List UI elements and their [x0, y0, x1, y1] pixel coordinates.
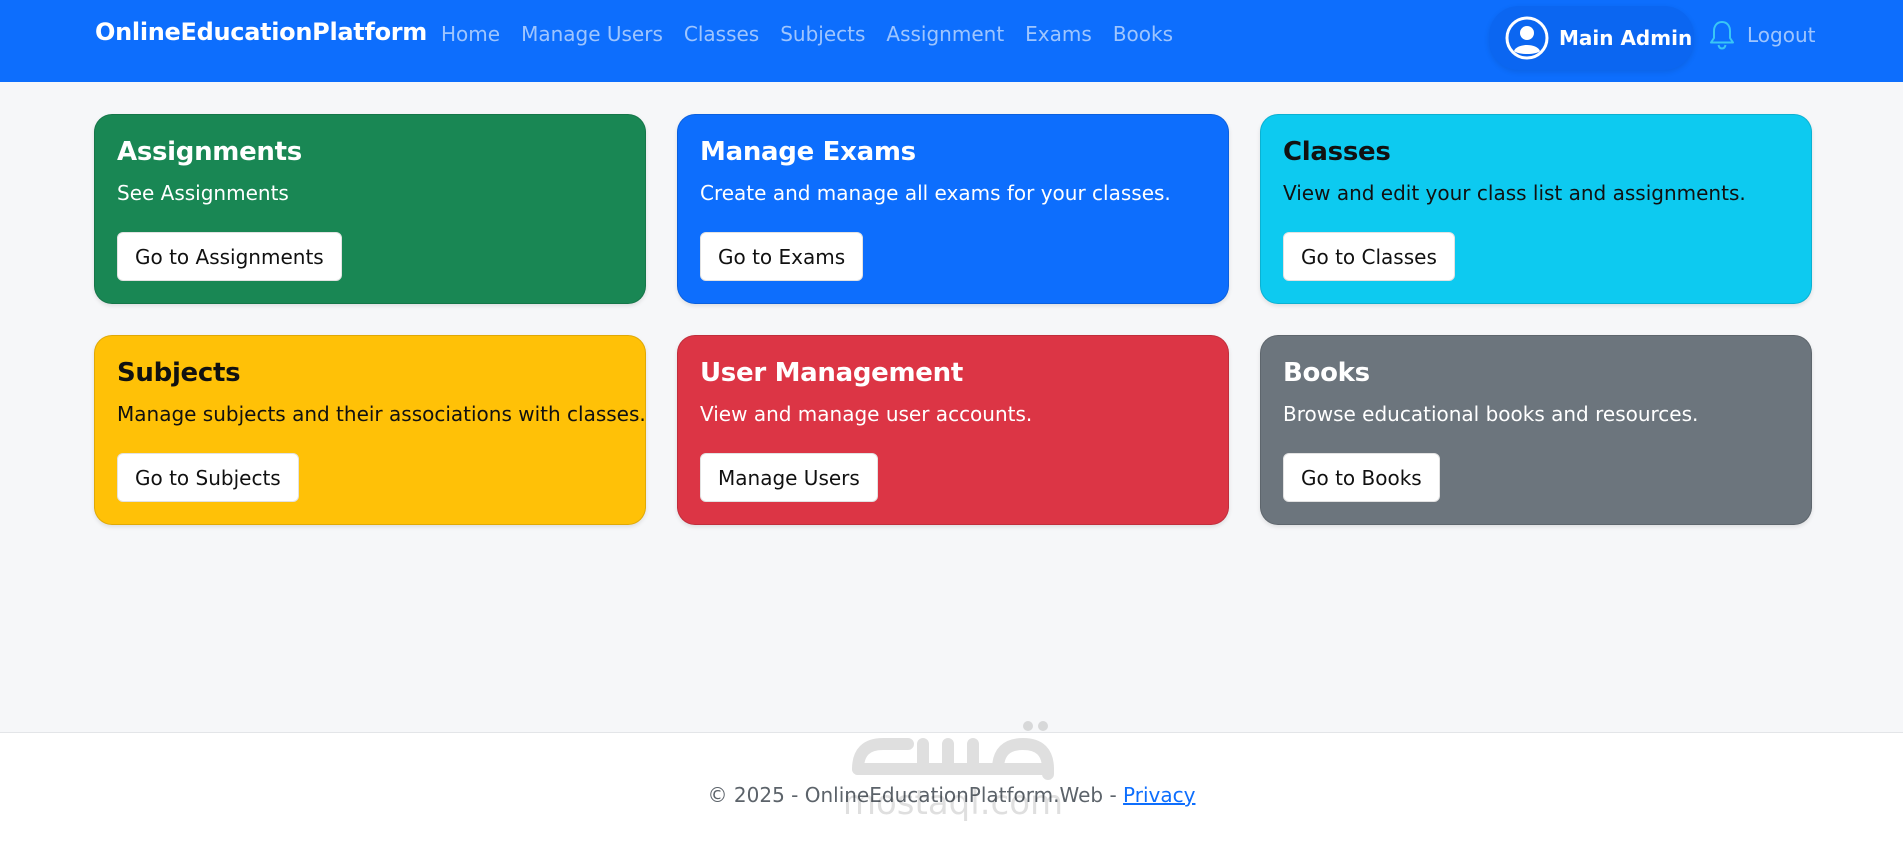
card-title: Classes — [1283, 137, 1391, 167]
user-menu-button[interactable]: Main Admin — [1489, 6, 1694, 70]
card-text: View and manage user accounts. — [700, 402, 1033, 426]
card-text: View and edit your class list and assign… — [1283, 181, 1746, 205]
nav-links: Home Manage Users Classes Subjects Assig… — [441, 22, 1194, 46]
manage-users-button[interactable]: Manage Users — [700, 453, 878, 502]
card-classes: Classes View and edit your class list an… — [1260, 114, 1812, 304]
go-to-assignments-button[interactable]: Go to Assignments — [117, 232, 342, 281]
card-title: User Management — [700, 358, 963, 388]
nav-link-books[interactable]: Books — [1113, 22, 1173, 46]
go-to-subjects-button[interactable]: Go to Subjects — [117, 453, 299, 502]
card-title: Books — [1283, 358, 1370, 388]
watermark-logo: mostaql.com — [843, 721, 1063, 823]
card-assignments: Assignments See Assignments Go to Assign… — [94, 114, 646, 304]
go-to-classes-button[interactable]: Go to Classes — [1283, 232, 1455, 281]
card-title: Manage Exams — [700, 137, 916, 167]
nav-link-classes[interactable]: Classes — [684, 22, 759, 46]
nav-link-manage-users[interactable]: Manage Users — [521, 22, 663, 46]
go-to-books-button[interactable]: Go to Books — [1283, 453, 1440, 502]
privacy-link[interactable]: Privacy — [1123, 783, 1195, 807]
nav-link-assignment[interactable]: Assignment — [886, 22, 1004, 46]
card-subjects: Subjects Manage subjects and their assoc… — [94, 335, 646, 525]
user-name: Main Admin — [1559, 26, 1693, 50]
card-text: Browse educational books and resources. — [1283, 402, 1699, 426]
nav-link-exams[interactable]: Exams — [1025, 22, 1092, 46]
logout-label: Logout — [1747, 23, 1816, 47]
card-text: Manage subjects and their associations w… — [117, 402, 646, 426]
brand-logo[interactable]: OnlineEducationPlatform — [95, 18, 427, 46]
card-text: Create and manage all exams for your cla… — [700, 181, 1171, 205]
nav-link-home[interactable]: Home — [441, 22, 500, 46]
card-user-management: User Management View and manage user acc… — [677, 335, 1229, 525]
card-title: Assignments — [117, 137, 302, 167]
user-circle-icon — [1505, 16, 1549, 60]
card-title: Subjects — [117, 358, 241, 388]
bell-icon — [1710, 21, 1734, 50]
card-books: Books Browse educational books and resou… — [1260, 335, 1812, 525]
top-navbar: OnlineEducationPlatform Home Manage User… — [0, 0, 1903, 82]
go-to-exams-button[interactable]: Go to Exams — [700, 232, 864, 281]
logout-link[interactable]: Logout — [1709, 20, 1815, 50]
nav-link-subjects[interactable]: Subjects — [780, 22, 865, 46]
card-manage-exams: Manage Exams Create and manage all exams… — [677, 114, 1229, 304]
card-text: See Assignments — [117, 181, 289, 205]
svg-text:mostaql.com: mostaql.com — [843, 783, 1063, 823]
